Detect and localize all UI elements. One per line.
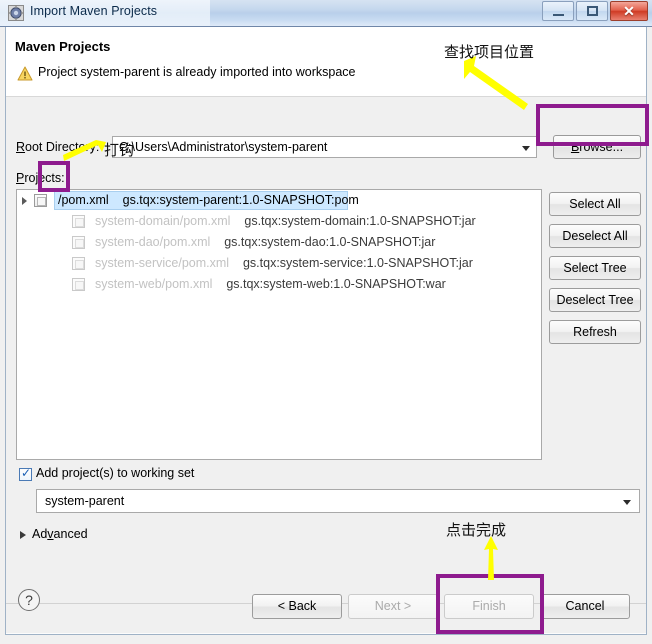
check-icon: ✓ [21,466,32,480]
minimize-button[interactable] [542,1,574,21]
tree-row-path: /pom.xml [58,193,109,207]
project-checkbox[interactable] [72,278,85,291]
dialog-client-area: Maven Projects Project system-parent is … [5,27,647,635]
annotation-note-browse: 查找项目位置 [444,43,535,61]
expand-arrow-icon[interactable] [22,197,27,205]
project-checkbox[interactable] [72,215,85,228]
tree-row-text: system-domain/pom.xml gs.tqx:system-doma… [95,214,476,228]
select-all-button[interactable]: Select All [549,192,641,216]
tree-row-text: /pom.xml gs.tqx:system-parent:1.0-SNAPSH… [58,193,359,207]
add-to-working-set-label: Add project(s) to working set [36,466,195,480]
question-mark-icon: ? [25,592,33,608]
tree-row-gav: gs.tqx:system-web:1.0-SNAPSHOT:war [226,277,446,291]
deselect-all-button[interactable]: Deselect All [549,224,641,248]
table-row[interactable]: system-web/pom.xml gs.tqx:system-web:1.0… [17,274,541,295]
wizard-body: Root Directory: C:\Users\Administrator\s… [6,97,646,603]
projects-label: Projects: [16,171,65,185]
tree-row-gav: gs.tqx:system-parent:1.0-SNAPSHOT:pom [122,193,359,207]
select-tree-button[interactable]: Select Tree [549,256,641,280]
tree-row-path: system-domain/pom.xml [95,214,231,228]
maximize-button[interactable] [576,1,608,21]
add-to-working-set-checkbox[interactable]: ✓ [19,466,32,481]
next-button: Next > [348,594,438,619]
table-row[interactable]: /pom.xml gs.tqx:system-parent:1.0-SNAPSH… [17,190,541,211]
cancel-button[interactable]: Cancel [540,594,630,619]
root-directory-value: C:\Users\Administrator\system-parent [119,140,328,154]
finish-button: Finish [444,594,534,619]
tree-row-gav: gs.tqx:system-domain:1.0-SNAPSHOT:jar [244,214,476,228]
back-button[interactable]: < Back [252,594,342,619]
close-button[interactable]: ✕ [610,1,648,21]
maven-import-icon [8,5,24,21]
title-bar: Import Maven Projects ✕ [0,0,652,27]
working-set-combo[interactable]: system-parent [36,489,640,513]
root-directory-combo[interactable]: C:\Users\Administrator\system-parent [112,136,537,158]
chevron-down-icon[interactable] [522,146,530,151]
page-title: Maven Projects [15,39,111,54]
help-button[interactable]: ? [18,589,40,611]
annotation-note-finish: 点击完成 [446,521,507,539]
project-checkbox[interactable] [72,236,85,249]
tree-row-path: system-web/pom.xml [95,277,213,291]
table-row[interactable]: system-dao/pom.xml gs.tqx:system-dao:1.0… [17,232,541,253]
advanced-label: Advanced [32,527,88,541]
import-maven-projects-window: Import Maven Projects ✕ Maven Projects P… [0,0,652,644]
warning-message: Project system-parent is already importe… [38,65,356,79]
parent-project-checkbox[interactable] [34,194,47,207]
tree-row-path: system-service/pom.xml [95,256,230,270]
chevron-down-icon[interactable] [623,500,631,505]
tree-row-gav: gs.tqx:system-dao:1.0-SNAPSHOT:jar [224,235,436,249]
close-icon: ✕ [623,3,635,19]
deselect-tree-button[interactable]: Deselect Tree [549,288,641,312]
table-row[interactable]: system-domain/pom.xml gs.tqx:system-doma… [17,211,541,232]
working-set-value: system-parent [45,494,125,508]
browse-button[interactable]: Browse... [553,135,641,159]
window-title: Import Maven Projects [30,4,158,18]
wizard-header: Maven Projects Project system-parent is … [6,27,646,97]
tree-row-text: system-dao/pom.xml gs.tqx:system-dao:1.0… [95,235,435,249]
chevron-right-icon [20,531,26,539]
table-row[interactable]: system-service/pom.xml gs.tqx:system-ser… [17,253,541,274]
tree-row-text: system-service/pom.xml gs.tqx:system-ser… [95,256,473,270]
projects-tree[interactable]: /pom.xml gs.tqx:system-parent:1.0-SNAPSH… [16,189,542,460]
tree-row-path: system-dao/pom.xml [95,235,211,249]
tree-row-gav: gs.tqx:system-service:1.0-SNAPSHOT:jar [242,256,473,270]
refresh-button[interactable]: Refresh [549,320,641,344]
root-directory-label: Root Directory: [16,140,100,154]
project-checkbox[interactable] [72,257,85,270]
tree-row-text: system-web/pom.xml gs.tqx:system-web:1.0… [95,277,446,291]
warning-icon [17,66,33,81]
annotation-note-checkbox: 打钩 [104,141,135,159]
